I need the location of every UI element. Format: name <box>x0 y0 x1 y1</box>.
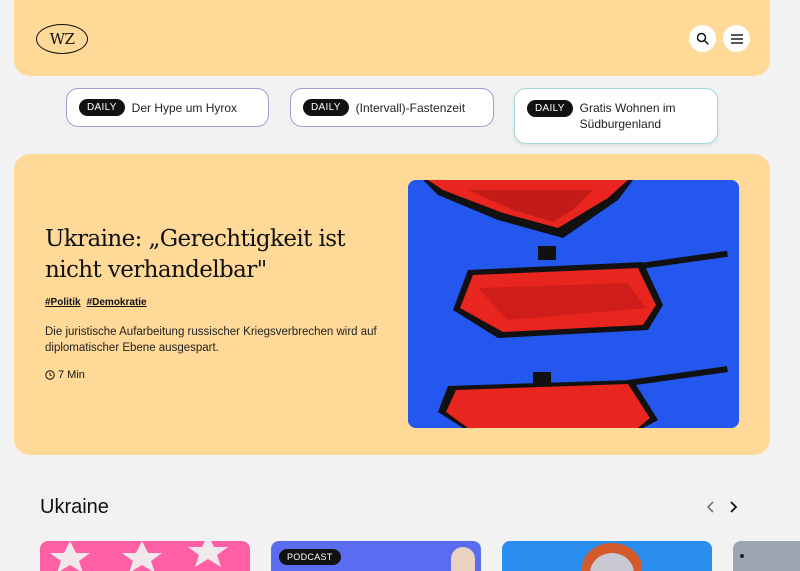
tag-demokratie[interactable]: #Demokratie <box>87 297 147 308</box>
section-title: Ukraine <box>40 496 109 518</box>
hero-tags: #Politik #Demokratie <box>45 297 147 308</box>
carousel-prev-button[interactable] <box>706 500 716 519</box>
daily-pill-text: (Intervall)-Fastenzeit <box>355 100 466 115</box>
read-time-label: 7 Min <box>58 369 85 381</box>
chevron-left-icon <box>706 501 714 513</box>
article-card[interactable] <box>733 541 800 571</box>
chevron-right-icon <box>730 501 738 513</box>
hero-image[interactable] <box>408 180 739 428</box>
hero-teaser[interactable]: Ukraine: „Gerechtigkeit ist nicht verhan… <box>14 154 770 455</box>
daily-tag: DAILY <box>527 100 573 117</box>
podcast-badge: PODCAST <box>279 549 341 565</box>
search-button[interactable] <box>689 25 716 52</box>
menu-button[interactable] <box>723 25 750 52</box>
logo-text: WZ <box>49 30 75 48</box>
article-card[interactable]: PODCAST <box>271 541 481 571</box>
daily-pill-text: Gratis Wohnen im Südburgenland <box>579 101 676 131</box>
daily-pill-fastenzeit[interactable]: DAILY (Intervall)-Fastenzeit <box>290 88 494 127</box>
clock-icon <box>45 370 55 380</box>
tag-politik[interactable]: #Politik <box>45 297 81 308</box>
hero-title[interactable]: Ukraine: „Gerechtigkeit ist nicht verhan… <box>45 224 385 286</box>
carousel-next-button[interactable] <box>728 500 738 519</box>
daily-tag: DAILY <box>303 99 349 116</box>
hero-description: Die juristische Aufarbeitung russischer … <box>45 326 377 354</box>
stars-image <box>50 541 228 571</box>
wz-logo[interactable]: WZ <box>36 24 88 54</box>
article-card[interactable] <box>40 541 250 571</box>
read-time: 7 Min <box>45 369 85 381</box>
site-header: WZ <box>14 0 770 76</box>
daily-pill-wohnen[interactable]: DAILY Gratis Wohnen im Südburgenland <box>514 88 718 144</box>
daily-pill-text: Der Hype um Hyrox <box>131 100 238 115</box>
article-card[interactable] <box>502 541 712 571</box>
person-photo <box>451 547 475 571</box>
paper-tank-illustration <box>408 180 739 428</box>
daily-tag: DAILY <box>79 99 125 116</box>
daily-pill-hyrox[interactable]: DAILY Der Hype um Hyrox <box>66 88 269 127</box>
hamburger-menu-icon <box>730 33 743 44</box>
search-icon <box>696 32 709 45</box>
card-dot <box>740 554 744 558</box>
